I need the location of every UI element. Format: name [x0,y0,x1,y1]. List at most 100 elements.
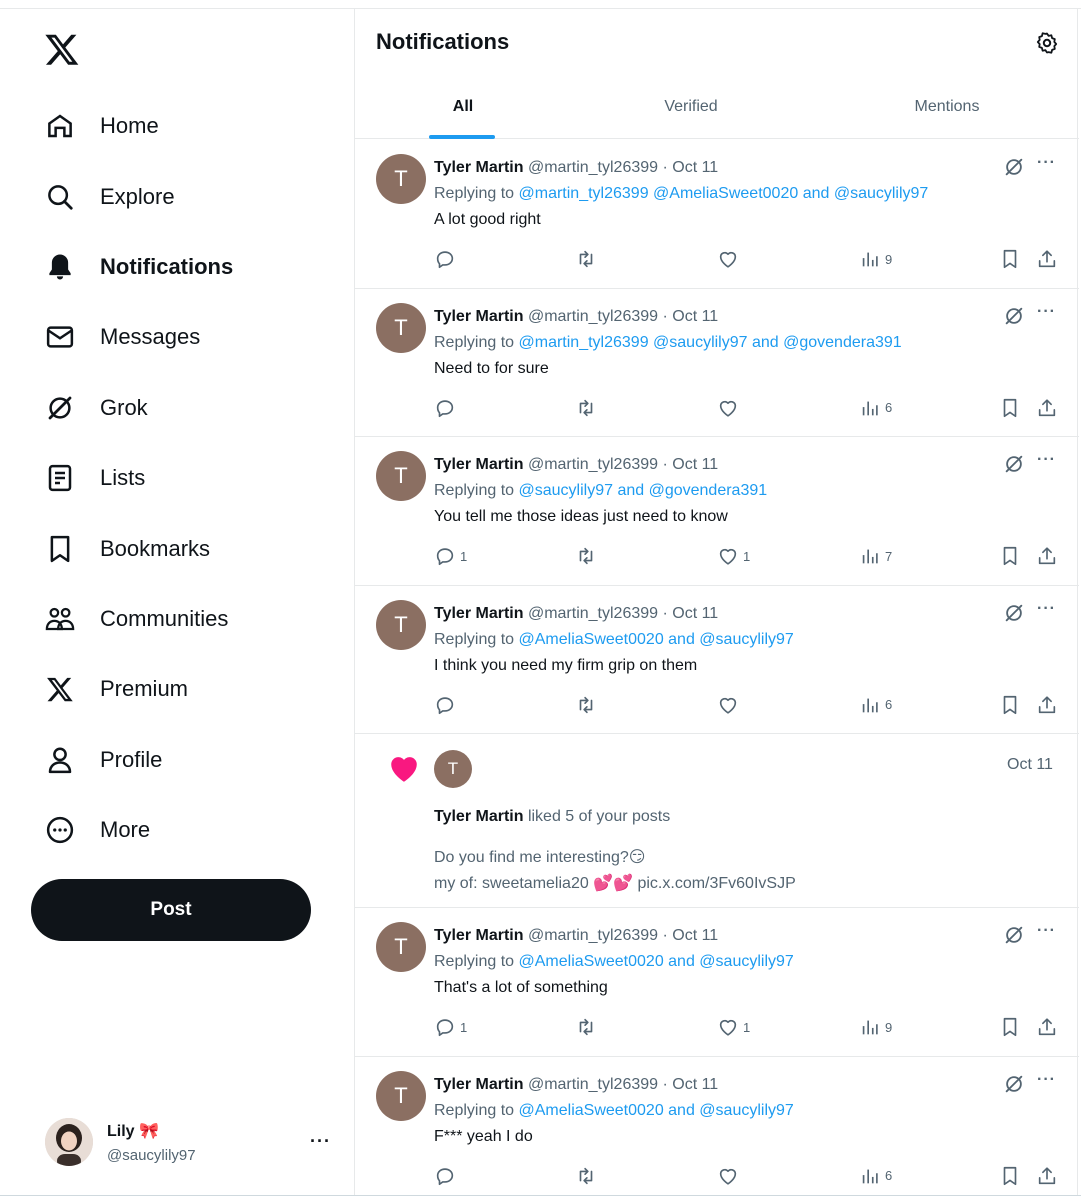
author-name[interactable]: Tyler Martin [434,159,524,176]
like-button[interactable] [717,246,743,272]
views-count: 7 [885,548,893,564]
nav-more[interactable]: More [42,795,342,865]
share-button[interactable] [1036,1163,1058,1189]
reply-button[interactable]: 1 [434,1014,467,1040]
nav-notifications[interactable]: Notifications [42,232,342,302]
post-button[interactable]: Post [31,879,311,941]
avatar[interactable]: T [376,302,426,353]
bookmark-button[interactable] [999,543,1021,569]
x-logo-icon[interactable] [44,31,80,67]
list-item[interactable]: T Tyler Martin @martin_tyl26399 · Oct 11… [355,586,1079,734]
nav-lists[interactable]: Lists [42,443,342,513]
views-button[interactable]: 6 [859,395,892,421]
repost-button[interactable] [575,1014,597,1040]
reply-mentions[interactable]: @AmeliaSweet0020 and @saucylily97 [519,953,794,970]
avatar[interactable]: T [376,599,426,650]
grok-icon[interactable] [1003,924,1025,946]
more-icon[interactable]: ··· [1037,1071,1056,1089]
grok-icon[interactable] [1003,1073,1025,1095]
reply-button[interactable]: 1 [434,543,467,569]
home-icon [42,108,78,144]
repost-button[interactable] [575,543,597,569]
author-name[interactable]: Tyler Martin [434,605,524,622]
tab-mentions[interactable]: Mentions [845,85,1049,139]
reply-mentions[interactable]: @saucylily97 and @govendera391 [519,482,768,499]
more-icon[interactable]: ··· [310,1131,331,1152]
more-icon[interactable]: ··· [1037,922,1056,940]
views-button[interactable]: 9 [859,1014,892,1040]
avatar[interactable]: T [376,154,426,204]
share-button[interactable] [1036,246,1058,272]
like-button[interactable]: 1 [717,543,750,569]
nav-profile[interactable]: Profile [42,725,342,795]
repost-button[interactable] [575,692,597,718]
views-button[interactable]: 6 [859,692,892,718]
author-name[interactable]: Tyler Martin [434,808,524,825]
communities-icon [42,601,78,637]
reply-button[interactable] [434,692,460,718]
reply-mentions[interactable]: @martin_tyl26399 @AmeliaSweet0020 and @s… [519,185,929,202]
avatar[interactable]: T [376,451,426,501]
grok-icon[interactable] [1003,156,1025,178]
reply-mentions[interactable]: @AmeliaSweet0020 and @saucylily97 [519,631,794,648]
active-tab-indicator [429,135,495,139]
nav-communities[interactable]: Communities [42,584,342,654]
nav-home[interactable]: Home [42,91,342,161]
list-item[interactable]: T Tyler Martin @martin_tyl26399 · Oct 11… [355,140,1079,289]
like-button[interactable] [717,1163,743,1189]
share-button[interactable] [1036,543,1058,569]
tab-verified[interactable]: Verified [591,85,791,139]
author-name[interactable]: Tyler Martin [434,308,524,325]
author-name[interactable]: Tyler Martin [434,456,524,473]
more-icon[interactable]: ··· [1037,303,1056,321]
more-icon[interactable]: ··· [1037,154,1056,172]
views-button[interactable]: 9 [859,246,892,272]
grok-icon[interactable] [1003,305,1025,327]
list-item[interactable]: T Tyler Martin @martin_tyl26399 · Oct 11… [355,289,1079,437]
bookmark-button[interactable] [999,246,1021,272]
bookmark-button[interactable] [999,1163,1021,1189]
nav-premium[interactable]: Premium [42,654,342,724]
share-button[interactable] [1036,692,1058,718]
like-button[interactable] [717,692,743,718]
gear-icon[interactable] [1035,31,1059,55]
share-button[interactable] [1036,395,1058,421]
reply-button[interactable] [434,1163,460,1189]
repost-button[interactable] [575,395,597,421]
primary-nav: Home Explore Notifications Messages Grok [42,91,342,865]
reply-button[interactable] [434,246,460,272]
nav-grok[interactable]: Grok [42,373,342,443]
reply-line: Replying to @saucylily97 and @govendera3… [434,482,767,500]
nav-bookmarks[interactable]: Bookmarks [42,513,342,583]
bookmark-button[interactable] [999,395,1021,421]
like-notification[interactable]: T Oct 11 Tyler Martin liked 5 of your po… [355,734,1079,908]
reply-mentions[interactable]: @AmeliaSweet0020 and @saucylily97 [519,1102,794,1119]
repost-button[interactable] [575,1163,597,1189]
more-icon[interactable]: ··· [1037,451,1056,469]
views-button[interactable]: 7 [859,543,892,569]
grok-icon[interactable] [1003,453,1025,475]
bookmark-button[interactable] [999,1014,1021,1040]
nav-messages[interactable]: Messages [42,302,342,372]
account-switcher[interactable]: Lily 🎀 @saucylily97 ··· [45,1117,345,1167]
views-button[interactable]: 6 [859,1163,892,1189]
nav-explore[interactable]: Explore [42,161,342,231]
list-item[interactable]: T Tyler Martin @martin_tyl26399 · Oct 11… [355,437,1079,586]
more-icon[interactable]: ··· [1037,600,1056,618]
avatar[interactable]: T [434,750,472,788]
share-button[interactable] [1036,1014,1058,1040]
avatar[interactable]: T [376,922,426,972]
grok-icon[interactable] [1003,602,1025,624]
list-item[interactable]: T Tyler Martin @martin_tyl26399 · Oct 11… [355,1057,1079,1200]
like-button[interactable]: 1 [717,1014,750,1040]
bookmark-button[interactable] [999,692,1021,718]
like-button[interactable] [717,395,743,421]
author-name[interactable]: Tyler Martin [434,1076,524,1093]
repost-button[interactable] [575,246,597,272]
reply-mentions[interactable]: @martin_tyl26399 @saucylily97 and @goven… [519,334,902,351]
avatar[interactable]: T [376,1070,426,1121]
list-item[interactable]: T Tyler Martin @martin_tyl26399 · Oct 11… [355,908,1079,1057]
tab-all[interactable]: All [355,85,571,139]
author-name[interactable]: Tyler Martin [434,927,524,944]
reply-button[interactable] [434,395,460,421]
